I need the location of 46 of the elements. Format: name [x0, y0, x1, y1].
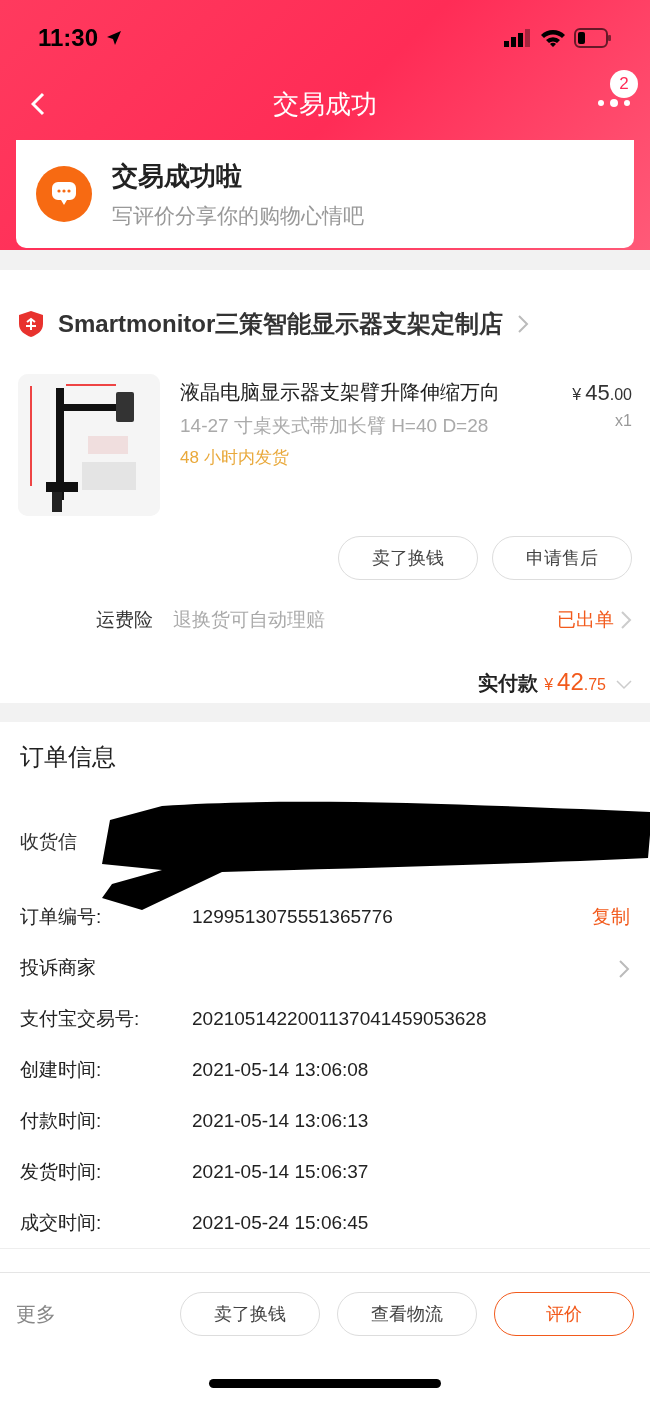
notification-badge: 2 — [610, 70, 638, 98]
info-value: 2021051422001137041459053628 — [192, 1007, 488, 1032]
paid-currency: ¥ — [544, 675, 554, 695]
quantity: x1 — [615, 411, 632, 431]
info-label: 成交时间: — [20, 1211, 103, 1236]
info-value: 1299513075551365776 — [192, 905, 394, 930]
chevron-down-icon — [616, 680, 632, 690]
more-link[interactable]: 更多 — [16, 1299, 56, 1329]
currency-symbol: ¥ — [572, 385, 582, 405]
status-heading: 交易成功啦 — [112, 159, 243, 193]
info-label: 发货时间: — [20, 1160, 103, 1185]
page-title: 交易成功 — [273, 87, 377, 121]
insurance-label: 运费险 — [96, 607, 153, 632]
info-value: 2021-05-14 13:06:08 — [192, 1058, 370, 1083]
price-integer: 45 — [585, 379, 610, 407]
info-label: 创建时间: — [20, 1058, 103, 1083]
info-label[interactable]: 投诉商家 — [20, 954, 192, 983]
chevron-right-icon — [517, 314, 530, 334]
status-subtitle: 写评价分享你的购物心情吧 — [112, 202, 364, 229]
location-arrow-icon — [106, 30, 123, 46]
chevron-right-icon — [620, 610, 632, 630]
shield-icon — [18, 310, 44, 338]
receiver-label: 收货信 — [20, 829, 77, 854]
wifi-icon — [540, 29, 566, 47]
signal-icon — [504, 29, 532, 47]
store-name-link[interactable]: Smartmonitor三策智能显示器支架定制店 — [58, 306, 530, 342]
paid-integer: 42 — [557, 667, 584, 697]
info-value: 2021-05-24 15:06:45 — [192, 1211, 370, 1236]
product-title: 液晶电脑显示器支架臂升降伸缩万向 — [180, 380, 501, 405]
battery-icon — [574, 28, 612, 48]
info-label: 支付宝交易号: — [20, 1007, 141, 1032]
info-value: 2021-05-14 13:06:13 — [192, 1109, 370, 1134]
paid-label: 实付款 — [478, 671, 539, 696]
more-button[interactable] — [596, 96, 632, 110]
chevron-right-icon — [618, 958, 630, 979]
info-label: 订单编号: — [20, 905, 103, 930]
insurance-description: 退换货可自动理赔 — [173, 607, 326, 632]
status-time: 11:30 — [38, 23, 99, 53]
product-spec: 14-27 寸桌夹式带加长臂 H=40 D=28 — [180, 414, 490, 438]
info-value: 2021-05-14 15:06:37 — [192, 1160, 370, 1185]
shipping-note: 48 小时内发货 — [180, 446, 290, 469]
section-title: 订单信息 — [20, 742, 116, 772]
info-label: 付款时间: — [20, 1109, 103, 1134]
price-decimal: .00 — [609, 385, 632, 405]
paid-decimal: .75 — [583, 675, 606, 695]
chat-bubble-icon — [36, 166, 92, 222]
